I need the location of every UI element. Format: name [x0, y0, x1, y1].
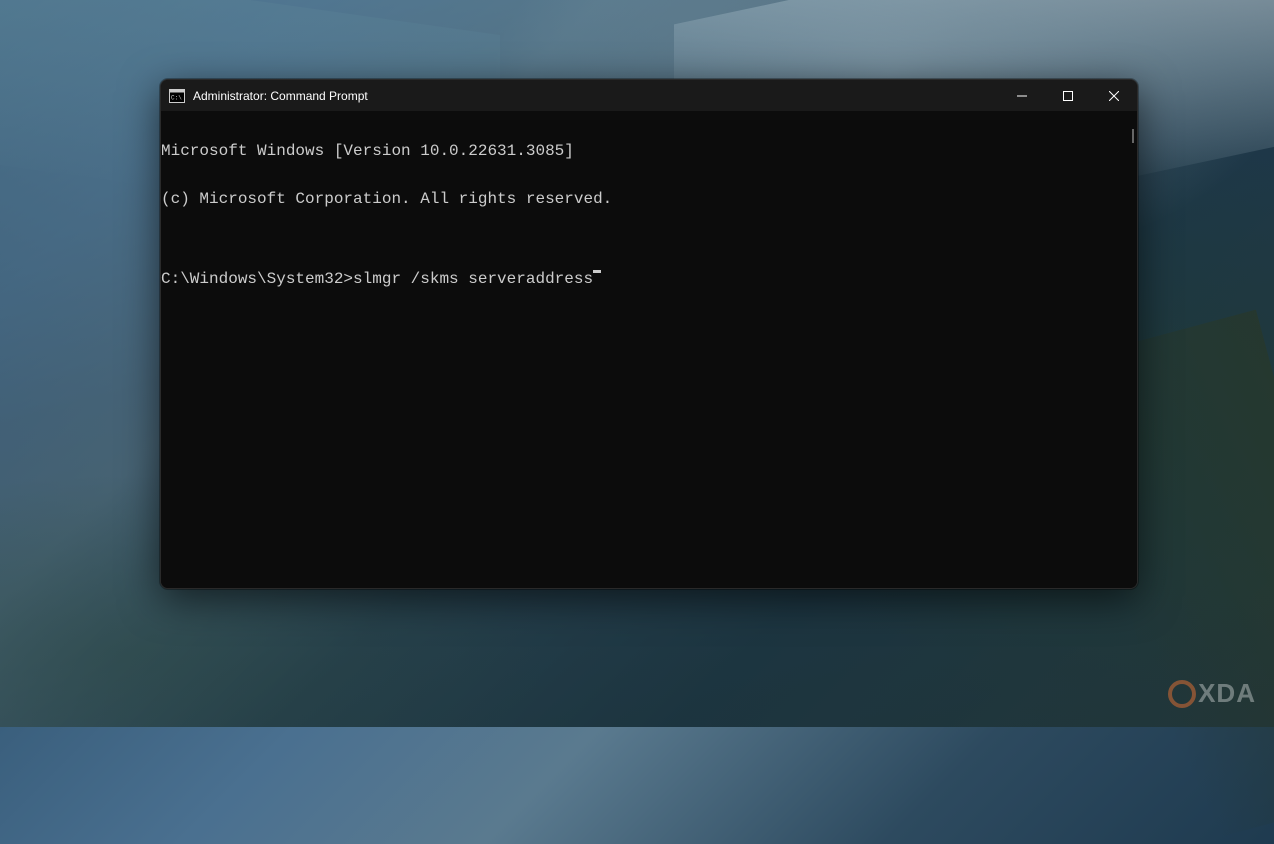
window-title: Administrator: Command Prompt	[193, 89, 999, 103]
prompt-path: C:\Windows\System32>	[161, 271, 353, 287]
terminal-area[interactable]: Microsoft Windows [Version 10.0.22631.30…	[161, 111, 1137, 588]
watermark-text: XDA	[1198, 678, 1256, 709]
minimize-button[interactable]	[999, 80, 1045, 111]
terminal-output: Microsoft Windows [Version 10.0.22631.30…	[161, 111, 1127, 319]
cursor	[593, 270, 601, 273]
version-line: Microsoft Windows [Version 10.0.22631.30…	[161, 143, 1127, 159]
close-button[interactable]	[1091, 80, 1137, 111]
watermark-ring-icon	[1168, 680, 1196, 708]
cmd-icon: C:\	[169, 89, 185, 103]
svg-text:C:\: C:\	[171, 94, 182, 101]
typed-command: slmgr /skms serveraddress	[353, 271, 593, 287]
prompt-line: C:\Windows\System32>slmgr /skms serverad…	[161, 271, 1127, 287]
scrollbar-thumb[interactable]	[1132, 129, 1134, 143]
titlebar[interactable]: C:\ Administrator: Command Prompt	[161, 80, 1137, 111]
window-controls	[999, 80, 1137, 111]
command-prompt-window: C:\ Administrator: Command Prompt Micros…	[160, 79, 1138, 589]
watermark: XDA	[1168, 678, 1256, 709]
maximize-button[interactable]	[1045, 80, 1091, 111]
copyright-line: (c) Microsoft Corporation. All rights re…	[161, 191, 1127, 207]
